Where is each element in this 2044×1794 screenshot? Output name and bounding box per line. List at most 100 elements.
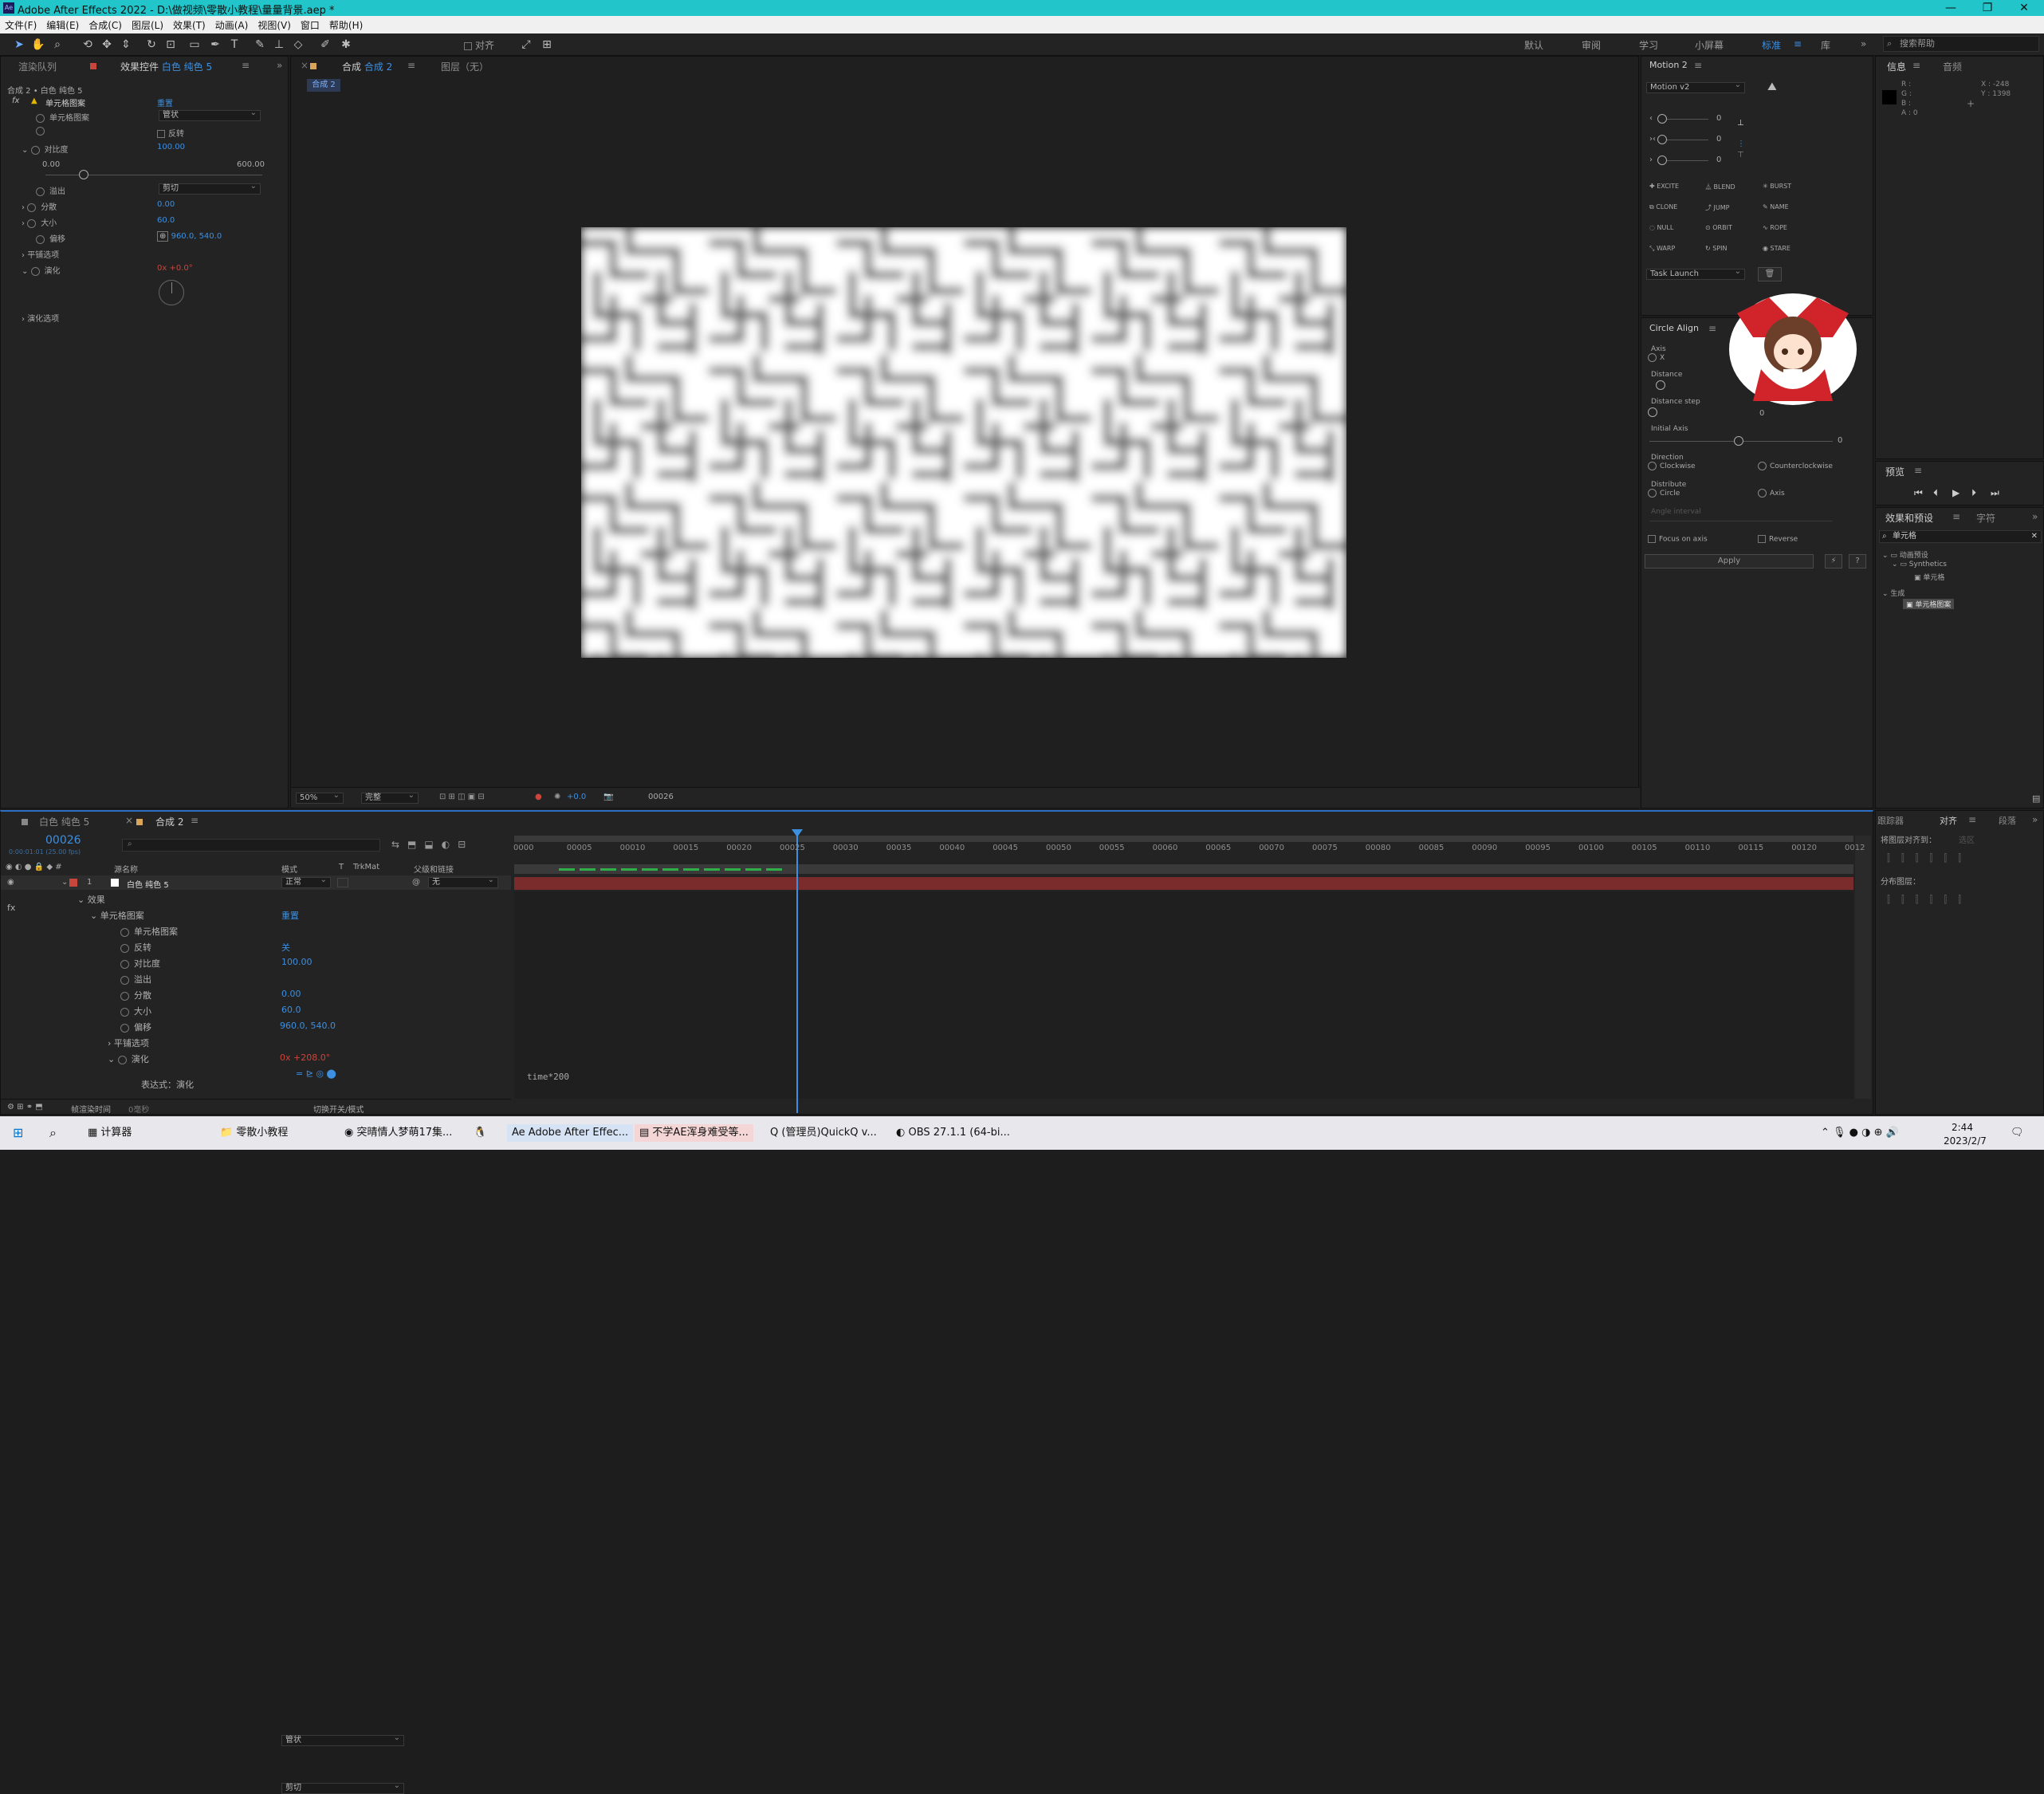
notifications-icon[interactable]: 🗨 — [2011, 1124, 2024, 1142]
layer-mode-dropdown[interactable]: 正常 — [281, 875, 331, 888]
anchor-tool-icon[interactable]: ⊡ — [163, 37, 179, 53]
tab-comp2[interactable]: 合成 2 — [155, 815, 183, 828]
timeline-switch-icons[interactable]: ⇆⬒⬓◐⊟ — [391, 839, 474, 850]
axis-x-radio[interactable]: X — [1648, 353, 1665, 362]
distance-step-value[interactable]: 0 — [1759, 409, 1764, 418]
menu-layer[interactable]: 图层(L) — [127, 16, 168, 34]
preset-button[interactable]: ⚡ — [1825, 554, 1842, 568]
stopwatch-icon[interactable] — [27, 203, 37, 212]
clone-button[interactable]: ⧉ CLONE — [1649, 203, 1677, 211]
overflow-dropdown[interactable]: 剪切 — [159, 182, 261, 195]
orbit-tool-icon[interactable]: ⟲ — [80, 37, 96, 53]
offset-value[interactable]: ⊕ 960.0, 540.0 — [157, 231, 222, 242]
tab-audio[interactable]: 音频 — [1943, 60, 1962, 73]
tree-item-cell-preset[interactable]: ▣ 单元格 — [1914, 572, 1944, 582]
null-button[interactable]: ◌ NULL — [1649, 224, 1673, 231]
tl-row-tiling[interactable]: › 平铺选项 — [1, 1037, 511, 1052]
tree-item-animation-presets[interactable]: ⌄ ▭ 动画预设 — [1882, 549, 1928, 560]
first-frame-icon[interactable]: ⏮ — [1914, 487, 1923, 499]
hand-tool-icon[interactable]: ✋ — [30, 37, 46, 53]
initial-axis-knob[interactable] — [1734, 436, 1743, 446]
exposure-icon[interactable]: ✺ — [554, 793, 560, 801]
task-launch-dropdown[interactable]: Task Launch — [1646, 267, 1745, 280]
reverse-checkbox[interactable]: Reverse — [1758, 535, 1798, 544]
menu-view[interactable]: 视图(V) — [253, 16, 296, 34]
menu-file[interactable]: 文件(F) — [0, 16, 41, 34]
taskbar-app-after-effects[interactable]: Ae Adobe After Effec... — [507, 1124, 634, 1142]
workspace-default[interactable]: 默认 — [1524, 38, 1543, 52]
footer-icons[interactable]: ⚙ ⊞ ⚭ ⬒ — [7, 1103, 43, 1111]
effects-menu-icon[interactable]: ≡ — [1952, 511, 1960, 522]
tab-info[interactable]: 信息 — [1887, 60, 1906, 73]
grid-icon[interactable]: ⊞ — [539, 37, 555, 53]
panel-menu-icon[interactable]: ≡ — [242, 60, 250, 71]
crosshair-icon[interactable]: ⊕ — [157, 231, 169, 242]
comp-subtab[interactable]: 合成 2 — [307, 79, 340, 92]
taskbar-app-folder[interactable]: 📁 零散小教程 — [220, 1124, 288, 1142]
tab-render-queue[interactable]: 渲染队列 — [18, 60, 57, 73]
taskbar-app-chrome[interactable]: ◉ 突晴情人梦萌17集... — [344, 1124, 452, 1142]
evolution-dial[interactable] — [159, 280, 184, 305]
align-menu-icon[interactable]: ≡ — [1968, 814, 1976, 825]
clone-stamp-tool-icon[interactable]: ⊥ — [271, 37, 287, 53]
align-checkbox[interactable]: 对齐 — [464, 38, 494, 52]
contrast-value[interactable]: 100.00 — [157, 143, 185, 151]
prop-tiling-options[interactable]: › 平铺选项 — [22, 248, 59, 260]
tl-overflow-dropdown[interactable]: 剪切 — [281, 1781, 404, 1794]
tab-paragraph[interactable]: 段落 — [1999, 814, 2016, 827]
prop-evolution-options[interactable]: › 演化选项 — [22, 312, 59, 324]
next-frame-icon[interactable]: ⏵ — [1971, 487, 1976, 499]
motion-menu-icon[interactable]: ≡ — [1694, 60, 1702, 71]
eraser-tool-icon[interactable]: ◇ — [290, 37, 306, 53]
effects-search-input[interactable]: ⌕ 单元格 ✕ — [1879, 530, 2042, 543]
parent-dropdown[interactable]: 无 — [428, 875, 498, 888]
color-channel-icon[interactable]: ● — [535, 793, 542, 801]
brush-tool-icon[interactable]: ✎ — [252, 37, 268, 53]
spin-button[interactable]: ↻ SPIN — [1705, 245, 1728, 252]
expand-panel-icon[interactable]: » — [277, 60, 282, 71]
ease-out-knob[interactable] — [1657, 155, 1667, 165]
workspace-learn[interactable]: 学习 — [1639, 38, 1658, 52]
jump-button[interactable]: ⤴ JUMP — [1705, 203, 1730, 212]
tab-tracker[interactable]: 跟踪器 — [1877, 814, 1904, 827]
workspace-review[interactable]: 审阅 — [1582, 38, 1601, 52]
evolution-value[interactable]: 0x +0.0° — [157, 264, 193, 273]
timeline-scrollbar[interactable] — [1855, 836, 1871, 1099]
tab-align[interactable]: 对齐 — [1940, 814, 1957, 827]
roto-brush-tool-icon[interactable]: ✐ — [317, 37, 333, 53]
timeline-timecode[interactable]: 00026 — [45, 834, 81, 847]
trash-button[interactable]: 🗑 — [1758, 267, 1782, 281]
snapshot-icon[interactable]: 📷 — [603, 793, 613, 801]
prev-frame-icon[interactable]: ⏴ — [1933, 487, 1938, 499]
playhead[interactable] — [796, 832, 798, 1113]
focus-on-axis-checkbox[interactable]: Focus on axis — [1648, 535, 1708, 544]
ease-both-value[interactable]: 0 — [1716, 135, 1721, 144]
quality-dropdown[interactable]: 完整 — [361, 791, 419, 804]
anchor-mid-icon[interactable]: ⋮ — [1737, 140, 1745, 148]
work-area-bar[interactable] — [514, 836, 1853, 842]
toggle-switches-modes[interactable]: 切换开关/模式 — [313, 1103, 364, 1115]
play-icon[interactable]: ▶ — [1952, 487, 1959, 498]
taskbar-app-obs[interactable]: ◐ OBS 27.1.1 (64-bi... — [896, 1124, 1010, 1142]
initial-axis-value[interactable]: 0 — [1838, 436, 1842, 445]
tree-item-cell-pattern[interactable]: ▣ 单元格图案 — [1903, 599, 1955, 609]
ease-in-track[interactable] — [1661, 119, 1708, 120]
menu-composition[interactable]: 合成(C) — [84, 16, 127, 34]
burst-button[interactable]: ✳ BURST — [1763, 183, 1791, 190]
workspace-menu-icon[interactable]: ≡ — [1794, 38, 1802, 49]
minimize-button[interactable]: — — [1932, 0, 1969, 16]
stare-button[interactable]: ◉ STARE — [1763, 245, 1790, 252]
menu-animation[interactable]: 动画(A) — [210, 16, 254, 34]
excite-button[interactable]: ✚ EXCITE — [1649, 183, 1679, 190]
workspace-standard[interactable]: 标准 — [1762, 38, 1781, 52]
align-to-value[interactable]: 选区 — [1959, 833, 1975, 845]
puppet-tool-icon[interactable]: ✱ — [338, 37, 354, 53]
distance-step-knob[interactable] — [1648, 407, 1657, 417]
tab-solid[interactable]: 白色 纯色 5 — [39, 815, 89, 828]
clockwise-radio[interactable]: Clockwise — [1648, 462, 1696, 470]
zoom-dropdown[interactable]: 50% — [296, 791, 344, 804]
invert-checkbox[interactable]: 反转 — [157, 127, 184, 139]
mountain-icon[interactable]: ⛰ — [1767, 81, 1777, 93]
keyframe-area[interactable] — [514, 891, 1853, 1099]
align-expand-icon[interactable]: » — [2032, 814, 2038, 825]
